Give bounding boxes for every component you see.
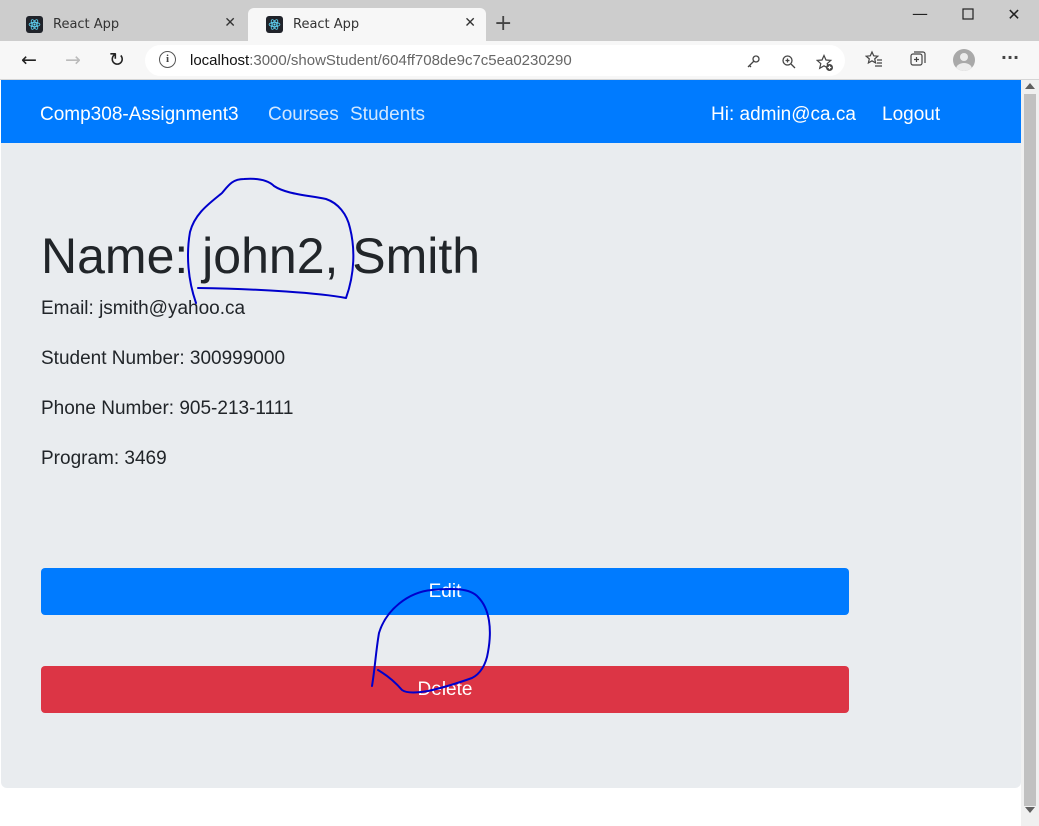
collections-icon[interactable] <box>908 50 928 72</box>
student-program: Program: 3469 <box>41 448 167 469</box>
app-navbar: Comp308-Assignment3 Courses Students Hi:… <box>1 80 1021 143</box>
refresh-icon[interactable]: ↻ <box>105 49 129 71</box>
close-tab-icon[interactable]: ✕ <box>464 15 476 31</box>
react-icon <box>266 16 283 33</box>
new-tab-button[interactable]: + <box>494 13 512 35</box>
browser-tab-bar: React App ✕ React App ✕ + — ✕ <box>0 0 1039 41</box>
student-name-heading: Name: john2, Smith <box>41 228 481 284</box>
minimize-icon[interactable]: — <box>910 4 930 23</box>
info-icon[interactable]: i <box>159 51 176 68</box>
scroll-down-arrow-icon[interactable] <box>1025 807 1035 813</box>
tab-title: React App <box>53 17 120 32</box>
page-scrollbar[interactable] <box>1021 80 1039 826</box>
nav-link-students[interactable]: Students <box>350 104 425 126</box>
student-number: Student Number: 300999000 <box>41 348 286 369</box>
navbar-brand[interactable]: Comp308-Assignment3 <box>40 104 239 126</box>
browser-tab-active[interactable]: React App ✕ <box>248 8 486 41</box>
student-details-panel: Name: john2, Smith Email: jsmith@yahoo.c… <box>1 143 1021 788</box>
nav-link-logout[interactable]: Logout <box>882 104 940 126</box>
back-icon[interactable]: ← <box>17 49 41 71</box>
zoom-icon[interactable] <box>779 54 799 74</box>
close-tab-icon[interactable]: ✕ <box>224 15 236 31</box>
student-email: Email: jsmith@yahoo.ca <box>41 298 246 319</box>
forward-icon[interactable]: → <box>61 49 85 71</box>
maximize-icon[interactable] <box>958 5 978 24</box>
close-window-icon[interactable]: ✕ <box>1004 5 1024 24</box>
url-text[interactable]: localhost:3000/showStudent/604ff708de9c7… <box>190 52 572 69</box>
page-viewport: Comp308-Assignment3 Courses Students Hi:… <box>1 80 1021 825</box>
more-icon[interactable]: ··· <box>1000 48 1020 67</box>
delete-button[interactable]: Delete <box>41 666 849 713</box>
nav-greeting[interactable]: Hi: admin@ca.ca <box>711 104 856 126</box>
student-phone: Phone Number: 905-213-1111 <box>41 398 294 419</box>
favorite-add-icon[interactable] <box>815 54 835 76</box>
browser-toolbar: ← → ↻ i localhost:3000/showStudent/604ff… <box>0 41 1039 80</box>
edit-button[interactable]: Edit <box>41 568 849 615</box>
react-icon <box>26 16 43 33</box>
favorites-icon[interactable] <box>864 50 884 72</box>
scrollbar-thumb[interactable] <box>1024 94 1036 806</box>
nav-link-courses[interactable]: Courses <box>268 104 339 126</box>
profile-icon[interactable] <box>953 49 975 71</box>
address-bar[interactable]: i localhost:3000/showStudent/604ff708de9… <box>145 45 845 76</box>
tab-title: React App <box>293 17 360 32</box>
scroll-up-arrow-icon[interactable] <box>1025 83 1035 89</box>
key-icon[interactable] <box>743 54 763 74</box>
browser-tab[interactable]: React App ✕ <box>8 8 246 41</box>
